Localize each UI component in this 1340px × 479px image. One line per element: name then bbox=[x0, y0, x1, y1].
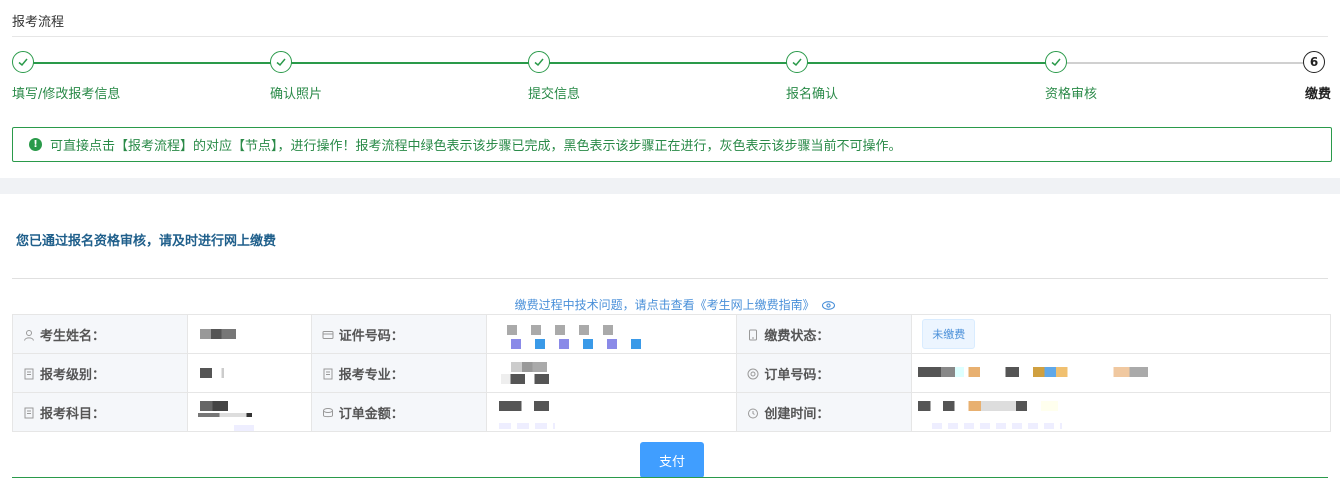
step-payment[interactable]: 6 缴费 bbox=[1303, 51, 1331, 102]
progress-line-pending bbox=[1057, 62, 1313, 64]
id-label: 证件号码： bbox=[338, 328, 404, 344]
check-icon bbox=[270, 51, 292, 73]
document-icon bbox=[24, 407, 34, 418]
redacted-value bbox=[510, 362, 547, 372]
check-icon bbox=[786, 51, 808, 73]
document-icon bbox=[323, 368, 333, 379]
created-label: 创建时间： bbox=[764, 406, 830, 422]
exclamation-icon: ! bbox=[29, 138, 42, 151]
document-icon bbox=[24, 368, 34, 379]
created-value-cell bbox=[911, 392, 1331, 432]
created-label-cell: 创建时间： bbox=[736, 392, 913, 432]
order-info-table: 考生姓名： 证件号码： 缴费状态： 未缴费 报考级别： 报考专业： 订单号码： … bbox=[12, 314, 1331, 432]
check-icon bbox=[1045, 51, 1067, 73]
redacted-value bbox=[918, 401, 1059, 411]
id-label-cell: 证件号码： bbox=[310, 314, 487, 354]
redacted-value bbox=[932, 423, 1063, 429]
step-label: 提交信息 bbox=[528, 87, 581, 102]
pay-button[interactable]: 支付 bbox=[640, 442, 704, 478]
step-confirm-photo[interactable]: 确认照片 bbox=[270, 51, 322, 102]
subject-value-cell bbox=[186, 392, 312, 432]
step-label: 资格审核 bbox=[1045, 87, 1098, 102]
payment-guide-link[interactable]: 缴费过程中技术问题，请点击查看《考生网上缴费指南》 bbox=[0, 296, 1340, 313]
amount-label: 订单金额： bbox=[338, 406, 404, 422]
step-label: 报名确认 bbox=[786, 87, 839, 102]
redacted-value bbox=[510, 339, 641, 349]
section-title: 报考流程 bbox=[12, 15, 65, 30]
level-value-cell bbox=[186, 353, 312, 393]
table-row: 报考科目： 订单金额： 创建时间： bbox=[12, 392, 1331, 432]
status-label: 缴费状态： bbox=[764, 328, 830, 344]
step-qualification-review[interactable]: 资格审核 bbox=[1045, 51, 1097, 102]
order-icon bbox=[747, 368, 759, 379]
step-number-badge: 6 bbox=[1303, 51, 1325, 73]
payment-panel: 您已通过报名资格审核，请及时进行网上缴费 缴费过程中技术问题，请点击查看《考生网… bbox=[0, 194, 1340, 479]
payment-headline: 您已通过报名资格审核，请及时进行网上缴费 bbox=[16, 234, 277, 249]
order-no-value-cell bbox=[911, 353, 1331, 393]
order-no-label-cell: 订单号码： bbox=[736, 353, 913, 393]
subject-label-cell: 报考科目： bbox=[12, 392, 188, 432]
major-value-cell bbox=[485, 353, 738, 393]
redacted-value bbox=[233, 425, 254, 431]
redacted-value bbox=[199, 401, 228, 411]
id-card-icon bbox=[322, 330, 334, 339]
id-value-cell bbox=[485, 314, 738, 354]
major-label-cell: 报考专业： bbox=[310, 353, 487, 393]
bottom-divider bbox=[12, 477, 1328, 478]
redacted-value bbox=[199, 368, 224, 378]
redacted-value bbox=[500, 374, 549, 384]
step-label: 确认照片 bbox=[270, 87, 323, 102]
redacted-value bbox=[498, 401, 549, 411]
amount-label-cell: 订单金额： bbox=[310, 392, 487, 432]
eye-icon[interactable] bbox=[822, 299, 836, 313]
notice-banner: ! 可直接点击【报考流程】的对应【节点】，进行操作！报考流程中绿色表示该步骤已完… bbox=[12, 127, 1332, 162]
step-label: 填写/修改报考信息 bbox=[12, 87, 121, 102]
step-label: 缴费 bbox=[1304, 87, 1331, 102]
title-divider bbox=[12, 36, 1328, 37]
notice-text: 可直接点击【报考流程】的对应【节点】，进行操作！报考流程中绿色表示该步骤已完成，… bbox=[50, 139, 902, 154]
status-label-cell: 缴费状态： bbox=[736, 314, 913, 354]
major-label: 报考专业： bbox=[338, 367, 404, 383]
redacted-value bbox=[498, 423, 555, 429]
order-no-label: 订单号码： bbox=[764, 367, 830, 383]
step-number: 6 bbox=[1309, 55, 1319, 69]
subject-label: 报考科目： bbox=[40, 406, 106, 422]
guide-text[interactable]: 缴费过程中技术问题，请点击查看《考生网上缴费指南》 bbox=[515, 298, 815, 312]
clock-icon bbox=[748, 408, 759, 418]
status-badge: 未缴费 bbox=[922, 319, 976, 349]
table-row: 报考级别： 报考专业： 订单号码： bbox=[12, 353, 1331, 393]
redacted-value bbox=[918, 367, 1149, 377]
process-panel: 报考流程 填写/修改报考信息 确认照片 提交信息 报名确认 资格审核 6 缴费 … bbox=[0, 0, 1340, 178]
check-icon bbox=[528, 51, 550, 73]
step-submit-info[interactable]: 提交信息 bbox=[528, 51, 580, 102]
step-fill-info[interactable]: 填写/修改报考信息 bbox=[12, 51, 120, 102]
step-registration-confirm[interactable]: 报名确认 bbox=[786, 51, 838, 102]
headline-divider bbox=[12, 278, 1328, 279]
level-label-cell: 报考级别： bbox=[12, 353, 188, 393]
section-gap bbox=[0, 178, 1340, 194]
level-label: 报考级别： bbox=[40, 367, 106, 383]
name-value-cell bbox=[186, 314, 312, 354]
name-label-cell: 考生姓名： bbox=[12, 314, 188, 354]
redacted-value bbox=[197, 413, 252, 417]
coins-icon bbox=[322, 407, 333, 417]
status-value-cell: 未缴费 bbox=[911, 314, 1331, 354]
redacted-value bbox=[506, 325, 617, 335]
table-row: 考生姓名： 证件号码： 缴费状态： 未缴费 bbox=[12, 314, 1331, 354]
redacted-value bbox=[199, 329, 236, 339]
check-icon bbox=[12, 51, 34, 73]
amount-value-cell bbox=[485, 392, 738, 432]
name-label: 考生姓名： bbox=[40, 328, 106, 344]
tablet-icon bbox=[749, 329, 758, 340]
user-icon bbox=[24, 329, 34, 341]
